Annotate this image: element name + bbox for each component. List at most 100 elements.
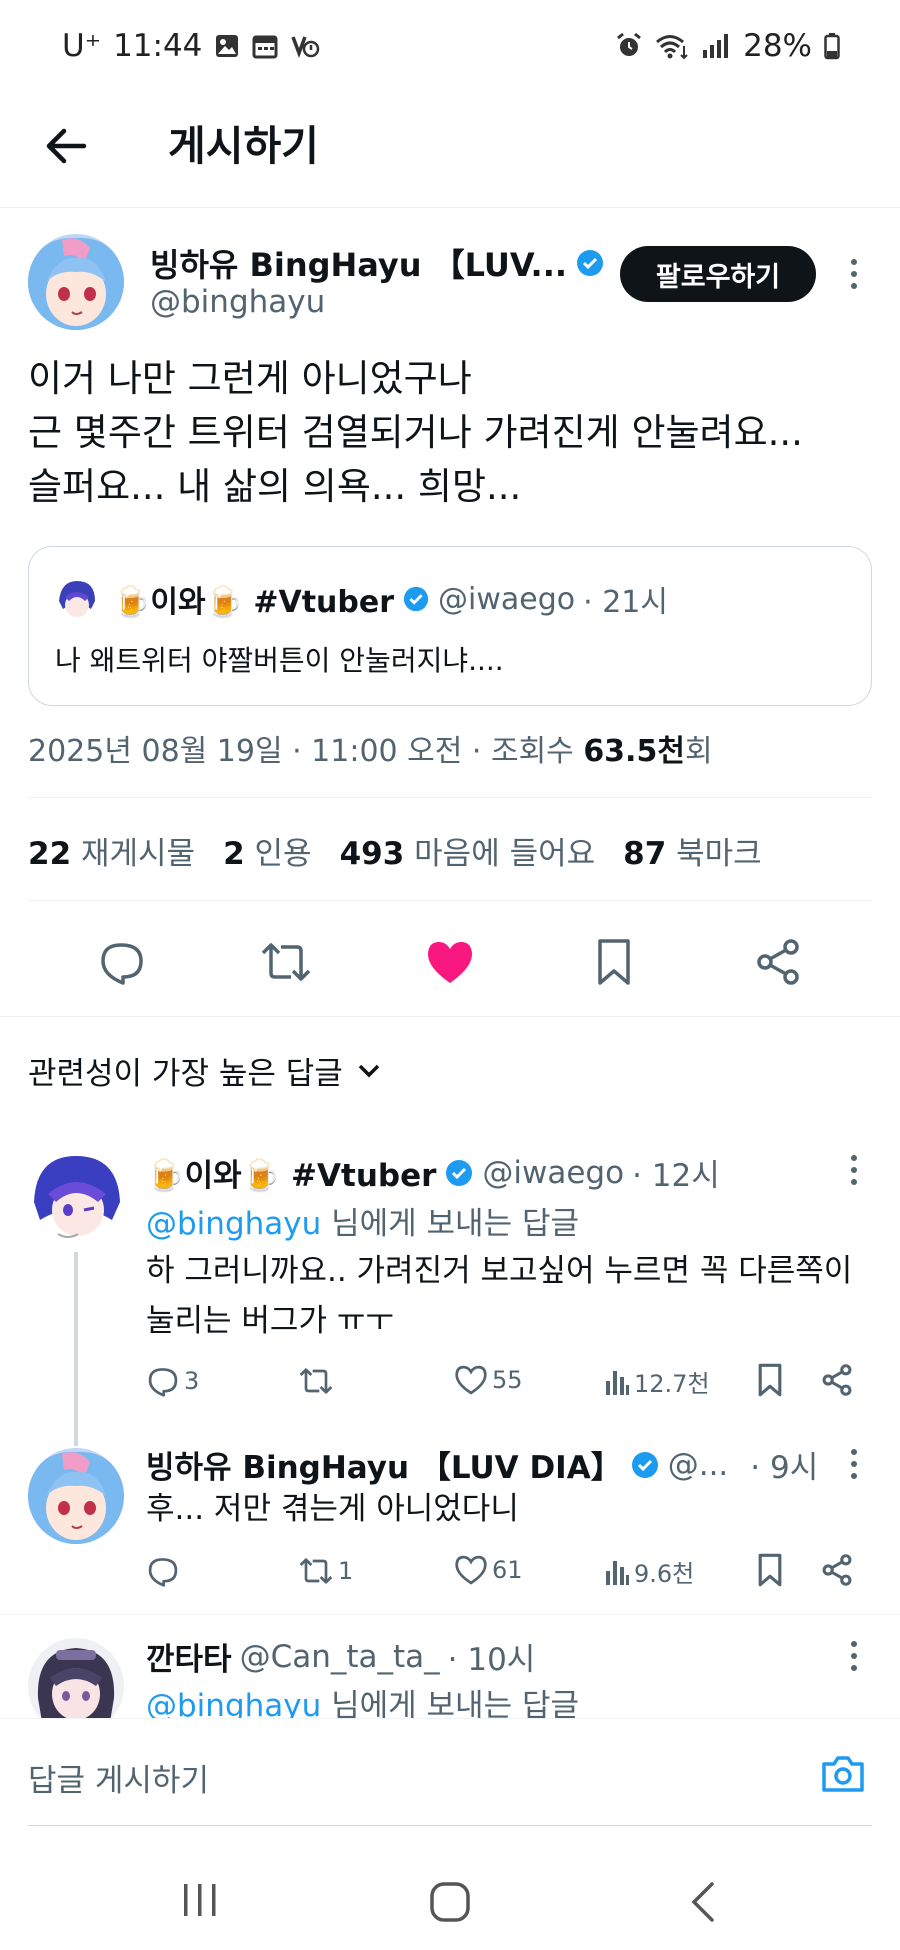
stat-quotes[interactable]: 2 인용 <box>223 828 311 873</box>
post-text-line: 이거 나만 그런게 아니었구나 <box>28 357 472 400</box>
reply-author-name[interactable]: 🍺이와🍺 #Vtuber <box>146 1150 436 1195</box>
retweet-button[interactable]: 1 <box>298 1554 353 1588</box>
retweet-icon <box>261 943 311 981</box>
verified-icon <box>631 1451 658 1478</box>
reply-input[interactable]: 답글 게시하기 <box>28 1755 209 1800</box>
share-button[interactable] <box>820 1362 854 1398</box>
reply-avatar[interactable] <box>28 1150 124 1246</box>
reply-to-handle[interactable]: @binghayu <box>146 1688 321 1718</box>
retweet-button[interactable] <box>298 1364 338 1398</box>
camera-button[interactable] <box>818 1749 868 1799</box>
share-button[interactable] <box>748 932 808 992</box>
stat-bookmarks[interactable]: 87 북마크 <box>623 828 762 873</box>
divider <box>0 1614 900 1615</box>
page-title: 게시하기 <box>168 122 319 170</box>
bookmark-icon <box>758 1363 782 1397</box>
status-bar: U⁺ 11:44 28% <box>0 0 900 96</box>
like-button[interactable]: 61 <box>454 1554 523 1586</box>
camera-icon <box>822 1756 864 1792</box>
quoted-post[interactable]: 🍺이와🍺 #Vtuber @iwaego · 21시 나 왜트위터 야짤버튼이 … <box>28 546 872 706</box>
post-text-line: 슬퍼요... 내 삶의 의욕... 희망... <box>28 465 522 508</box>
retweet-button[interactable] <box>256 932 316 992</box>
more-icon[interactable] <box>842 254 866 294</box>
views-icon <box>606 1560 629 1585</box>
share-icon <box>822 1554 852 1586</box>
divider <box>28 797 872 798</box>
alarm-icon <box>615 32 643 60</box>
reply-button[interactable]: 3 <box>146 1364 199 1398</box>
view-count: 12.7천 <box>634 1370 710 1398</box>
quote-time: · 21시 <box>583 585 668 620</box>
verified-icon <box>403 586 429 612</box>
bookmark-icon <box>598 939 630 985</box>
more-icon[interactable] <box>842 1444 866 1484</box>
stat-label: 재게시물 <box>81 836 196 872</box>
views-icon <box>606 1370 629 1395</box>
reply-time: · 12시 <box>632 1158 720 1194</box>
reply-author-handle[interactable]: @iwaego <box>482 1155 624 1191</box>
like-button[interactable]: 55 <box>454 1364 523 1396</box>
more-icon[interactable] <box>842 1636 866 1676</box>
reply-author-handle[interactable]: @... <box>668 1447 729 1483</box>
system-back-button[interactable] <box>686 1878 720 1926</box>
reply-icon <box>101 943 143 985</box>
reply-sort-dropdown[interactable]: 관련성이 가장 높은 답글 <box>28 1048 381 1093</box>
reply-author-name[interactable]: 깐타타 <box>146 1634 232 1679</box>
author-name[interactable]: 빙하유 BingHayu 【LUV... <box>150 240 567 286</box>
sort-label: 관련성이 가장 높은 답글 <box>28 1056 343 1092</box>
reply-button[interactable] <box>146 1554 184 1588</box>
more-icon[interactable] <box>842 1150 866 1190</box>
author-avatar[interactable] <box>28 234 124 330</box>
reply-icon <box>148 1558 178 1587</box>
stat-likes[interactable]: 493 마음에 들어요 <box>340 828 596 873</box>
reply-avatar[interactable] <box>28 1448 124 1544</box>
retweet-icon <box>299 1558 333 1584</box>
reply-to-handle[interactable]: @binghayu <box>146 1206 321 1242</box>
home-icon <box>430 1882 470 1922</box>
reply-author-handle[interactable]: @Can_ta_ta_ <box>240 1639 440 1675</box>
author-handle[interactable]: @binghayu <box>150 284 325 320</box>
bookmark-button[interactable] <box>584 932 644 992</box>
view-count: 63.5천 <box>583 734 685 769</box>
back-button[interactable] <box>38 118 94 174</box>
post-action-bar <box>0 908 900 1016</box>
bookmark-button[interactable] <box>756 1552 784 1588</box>
stat-count: 87 <box>623 836 667 872</box>
reply-text-line: 눌리는 버그가 ㅠㅜ <box>146 1303 394 1339</box>
app-notification-icon <box>290 33 320 59</box>
thread-line <box>74 1252 78 1446</box>
stat-count: 2 <box>223 836 245 872</box>
reply-header[interactable]: 빙하유 BingHayu 【LUV DIA】 @... · 9시 <box>146 1442 818 1487</box>
wifi-icon <box>655 32 689 60</box>
home-button[interactable] <box>426 1880 474 1924</box>
reply-time: · 9시 <box>750 1450 819 1486</box>
quote-author-row: 🍺이와🍺 #Vtuber @iwaego · 21시 <box>113 577 668 621</box>
reply-composer: 답글 게시하기 <box>0 1718 900 1830</box>
reply-text-line: 후... 저만 겪는게 아니었다니 <box>146 1491 519 1527</box>
share-icon <box>757 939 799 985</box>
carrier-label: U⁺ <box>62 28 102 64</box>
reply-author-name[interactable]: 빙하유 BingHayu 【LUV DIA】 <box>146 1442 622 1487</box>
stat-count: 493 <box>339 836 405 872</box>
share-button[interactable] <box>820 1552 854 1588</box>
quote-author-name: 🍺이와🍺 #Vtuber <box>113 585 395 620</box>
recents-icon <box>184 1884 216 1916</box>
follow-button[interactable]: 팔로우하기 <box>620 246 816 302</box>
recents-button[interactable] <box>170 1880 230 1920</box>
like-button[interactable] <box>420 932 480 992</box>
views-button[interactable]: 9.6천 <box>604 1554 694 1589</box>
bookmark-button[interactable] <box>756 1362 784 1398</box>
reply-to-line: @binghayu 님에게 보내는 답글 <box>146 1198 579 1243</box>
system-nav-bar <box>0 1830 900 1950</box>
stat-reposts[interactable]: 22 재게시물 <box>28 828 195 873</box>
stat-count: 22 <box>28 836 72 872</box>
reply-button[interactable] <box>92 932 152 992</box>
views-button[interactable]: 12.7천 <box>604 1364 710 1399</box>
timestamp-text: 2025년 08월 19일 · 11:00 오전 · 조회수 <box>28 734 584 769</box>
author-name-row[interactable]: 빙하유 BingHayu 【LUV... <box>150 240 605 286</box>
like-count: 61 <box>492 1556 523 1584</box>
quote-text: 나 왜트위터 야짤버튼이 안눌러지냐.... <box>55 644 504 677</box>
reply-header[interactable]: 깐타타 @Can_ta_ta_ · 10시 <box>146 1634 535 1679</box>
reply-header[interactable]: 🍺이와🍺 #Vtuber @iwaego · 12시 <box>146 1150 720 1195</box>
battery-icon <box>824 32 840 60</box>
